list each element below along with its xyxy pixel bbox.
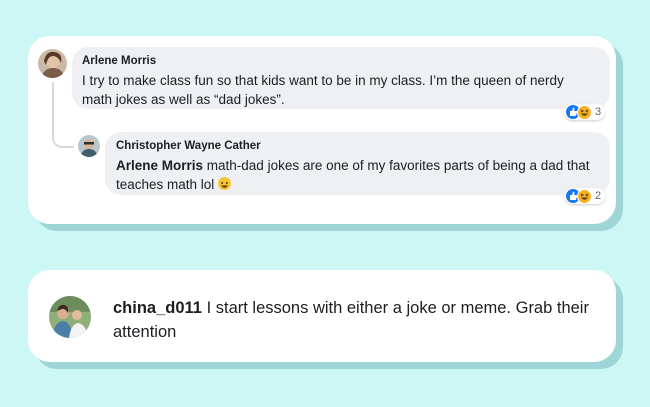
instagram-comment-card: china_d011 I start lessons with either a… <box>28 270 616 362</box>
comment-username[interactable]: china_d011 <box>113 299 202 317</box>
haha-icon <box>577 188 592 204</box>
comment-author[interactable]: Arlene Morris <box>82 55 156 67</box>
thread-connector <box>52 82 74 148</box>
avatar-arlene[interactable] <box>38 49 67 78</box>
comment-text: china_d011 I start lessons with either a… <box>113 296 603 344</box>
reply-bubble: Christopher Wayne Cather Arlene Morris m… <box>105 132 610 195</box>
comment-thread-card: Arlene Morris I try to make class fun so… <box>28 36 616 224</box>
reaction-count: 3 <box>595 106 602 118</box>
comment-text: I try to make class fun so that kids wan… <box>82 73 564 107</box>
reply-reactions[interactable]: 2 <box>564 188 606 204</box>
reaction-count: 2 <box>595 190 602 202</box>
avatar-christopher[interactable] <box>78 135 100 157</box>
reply-mention[interactable]: Arlene Morris <box>116 158 203 173</box>
reply-text: Arlene Morris math-dad jokes are one of … <box>116 156 606 194</box>
comment-reactions[interactable]: 3 <box>564 104 606 120</box>
grin-emoji-icon <box>218 177 232 190</box>
comment-bubble: Arlene Morris I try to make class fun so… <box>72 47 610 109</box>
reply-author[interactable]: Christopher Wayne Cather <box>116 140 261 152</box>
haha-icon <box>577 104 592 120</box>
avatar-china[interactable] <box>49 296 91 338</box>
